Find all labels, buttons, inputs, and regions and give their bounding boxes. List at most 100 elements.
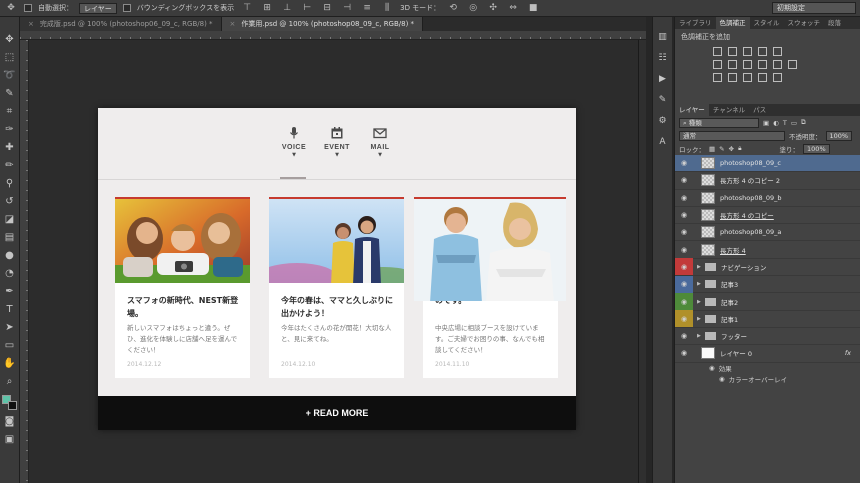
channel-mixer-icon[interactable]	[773, 60, 782, 69]
blur-tool-icon[interactable]: ●	[3, 249, 17, 263]
eye-icon[interactable]: ◉	[675, 328, 693, 345]
hue-saturation-icon[interactable]	[713, 60, 722, 69]
lock-transparent-icon[interactable]: ▦	[709, 145, 715, 153]
align-bottom-icon[interactable]: ⊥	[280, 3, 294, 14]
eye-icon[interactable]: ◉	[675, 241, 693, 258]
tab-adjustments[interactable]: 色調補正	[715, 17, 750, 29]
eye-icon[interactable]: ◉	[675, 207, 693, 224]
close-icon[interactable]: ×	[230, 17, 236, 31]
adjustments-panel-icon[interactable]: ⚙	[656, 115, 670, 127]
fill-input[interactable]: 100%	[803, 143, 830, 154]
crop-tool-icon[interactable]: ⌗	[3, 105, 17, 119]
filter-shape-icon[interactable]: ▭	[791, 119, 797, 127]
layer-group-row[interactable]: ◉ ▶ ナビゲーション	[675, 258, 860, 277]
filter-pixel-icon[interactable]: ▣	[763, 119, 769, 127]
eraser-tool-icon[interactable]: ◪	[3, 213, 17, 227]
selective-color-icon[interactable]	[773, 73, 782, 82]
tab-libraries[interactable]: ライブラリ	[675, 17, 716, 29]
gradient-tool-icon[interactable]: ▤	[3, 231, 17, 245]
eye-icon[interactable]: ◉	[675, 345, 693, 362]
background-color-swatch[interactable]	[7, 401, 17, 410]
threshold-icon[interactable]	[743, 73, 752, 82]
layer-row[interactable]: ◉ photoshop08_09_b	[675, 190, 860, 207]
auto-select-checkbox[interactable]	[24, 4, 32, 12]
tab-paragraph[interactable]: 段落	[824, 17, 845, 29]
expand-triangle-icon[interactable]: ▶	[697, 299, 701, 305]
document-tab-2[interactable]: × 作業用.psd @ 100% (photoshop08_09_c, RGB/…	[221, 17, 424, 31]
expand-triangle-icon[interactable]: ▶	[697, 281, 701, 287]
distribute-icon[interactable]: ≡	[360, 3, 374, 14]
exposure-icon[interactable]	[758, 47, 767, 56]
dodge-tool-icon[interactable]: ◔	[3, 267, 17, 281]
posterize-icon[interactable]	[728, 73, 737, 82]
quick-mask-icon[interactable]: ◙	[3, 415, 17, 429]
brightness-icon[interactable]	[713, 47, 722, 56]
filter-smart-icon[interactable]: ⧉	[801, 118, 806, 127]
move-tool-icon[interactable]: ✥	[3, 33, 17, 47]
type-tool-icon[interactable]: T	[3, 303, 17, 317]
actions-panel-icon[interactable]: ▶	[656, 73, 670, 85]
effects-row[interactable]: ◉ 効果	[675, 363, 860, 374]
3d-rotate-icon[interactable]: ⟲	[446, 3, 460, 14]
invert-icon[interactable]	[713, 73, 722, 82]
filter-adjust-icon[interactable]: ◐	[773, 119, 779, 127]
photo-filter-icon[interactable]	[758, 60, 767, 69]
history-brush-tool-icon[interactable]: ↺	[3, 195, 17, 209]
workspace-dropdown[interactable]: 初期設定	[772, 2, 856, 14]
artboard[interactable]: VOICE ▼ EVENT ▼ MAIL ▼ スマフォの新時代、NEST新登場。…	[98, 108, 576, 430]
eye-icon[interactable]: ◉	[719, 375, 725, 383]
eyedropper-tool-icon[interactable]: ✑	[3, 123, 17, 137]
align-middle-icon[interactable]: ⊞	[260, 3, 274, 14]
auto-select-dropdown[interactable]: レイヤー	[79, 2, 117, 14]
blend-mode-dropdown[interactable]: 通常	[679, 130, 785, 141]
vibrance-icon[interactable]	[773, 47, 782, 56]
read-more-button[interactable]: + READ MORE	[98, 396, 576, 430]
expand-triangle-icon[interactable]: ▶	[697, 333, 701, 339]
color-swatches[interactable]	[1, 395, 18, 411]
vertical-ruler[interactable]	[20, 40, 29, 483]
layer-row[interactable]: ◉ photoshop08_09_c	[675, 155, 860, 173]
article-photo-couple[interactable]	[414, 197, 566, 301]
close-icon[interactable]: ×	[28, 17, 34, 31]
zoom-tool-icon[interactable]: ⌕	[3, 375, 17, 389]
eye-icon[interactable]: ◉	[675, 189, 693, 206]
align-center-icon[interactable]: ⊟	[320, 3, 334, 14]
marquee-tool-icon[interactable]: ⬚	[3, 51, 17, 65]
eye-icon[interactable]: ◉	[675, 258, 693, 276]
layer-row[interactable]: ◉ レイヤー 0 fx	[675, 345, 860, 363]
layer-row[interactable]: ◉ 長方形 4	[675, 241, 860, 259]
character-panel-icon[interactable]: A	[656, 136, 670, 148]
eye-icon[interactable]: ◉	[675, 172, 693, 189]
lock-image-icon[interactable]: ✎	[719, 145, 724, 153]
brush-tool-icon[interactable]: ✏	[3, 159, 17, 173]
layer-group-row[interactable]: ◉ ▶ フッター	[675, 328, 860, 346]
layer-group-row[interactable]: ◉ ▶ 記事1	[675, 310, 860, 328]
lock-position-icon[interactable]: ✥	[729, 145, 734, 153]
3d-roll-icon[interactable]: ◎	[466, 3, 480, 14]
canvas-scrollbar[interactable]	[638, 40, 646, 483]
brush-panel-icon[interactable]: ✎	[656, 94, 670, 106]
eye-icon[interactable]: ◉	[675, 275, 693, 293]
path-select-tool-icon[interactable]: ➤	[3, 321, 17, 335]
eye-icon[interactable]: ◉	[675, 224, 693, 241]
eye-icon[interactable]: ◉	[675, 293, 693, 311]
align-right-icon[interactable]: ⊣	[340, 3, 354, 14]
tab-layers[interactable]: レイヤー	[675, 104, 709, 116]
3d-pan-icon[interactable]: ✣	[486, 3, 500, 14]
tab-swatches[interactable]: スウォッチ	[784, 17, 825, 29]
hand-tool-icon[interactable]: ✋	[3, 357, 17, 371]
gradient-map-icon[interactable]	[758, 73, 767, 82]
color-balance-icon[interactable]	[728, 60, 737, 69]
transform-controls-checkbox[interactable]	[122, 4, 131, 12]
expand-triangle-icon[interactable]: ▶	[697, 316, 701, 322]
document-tab-1[interactable]: × 完成版.psd @ 100% (photoshop06_09_c, RGB/…	[20, 17, 222, 31]
filter-type-icon[interactable]: T	[783, 119, 787, 127]
lock-all-icon[interactable]: 🔒︎	[738, 144, 741, 153]
screen-mode-icon[interactable]: ▣	[3, 433, 17, 447]
effect-item-row[interactable]: ◉ カラーオーバーレイ	[675, 374, 860, 385]
eye-icon[interactable]: ◉	[675, 310, 693, 328]
rectangle-tool-icon[interactable]: ▭	[3, 339, 17, 353]
curves-icon[interactable]	[743, 47, 752, 56]
eye-icon[interactable]: ◉	[709, 364, 715, 372]
distribute-h-icon[interactable]: ⫼	[380, 3, 394, 14]
